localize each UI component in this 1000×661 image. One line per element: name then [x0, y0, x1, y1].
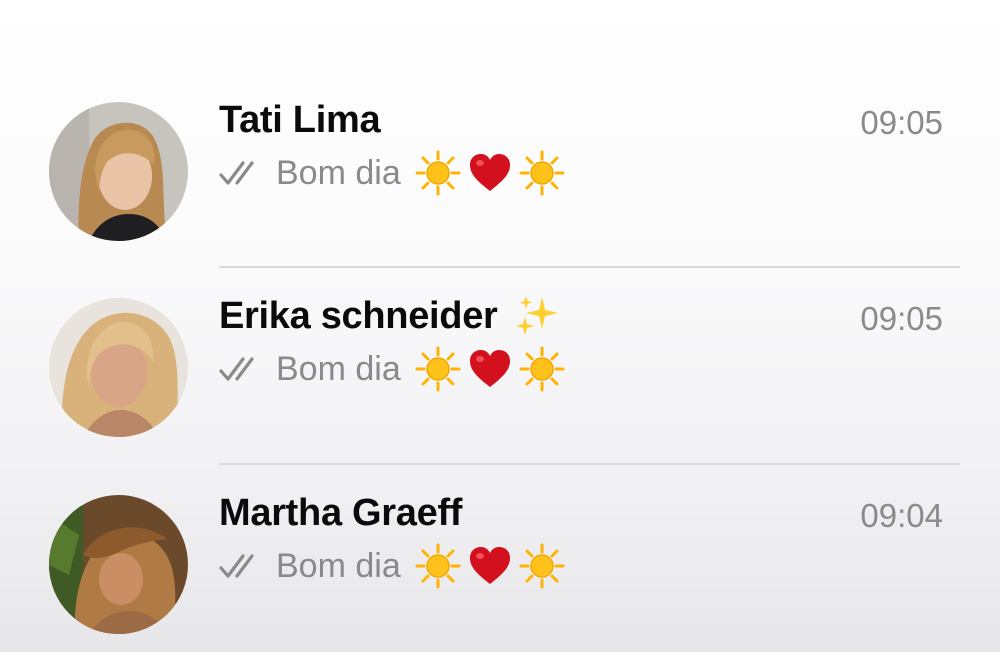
double-check-icon — [219, 354, 263, 384]
sun-emoji — [415, 543, 461, 589]
avatar[interactable] — [49, 298, 188, 437]
sun-emoji — [519, 543, 565, 589]
sun-emoji — [519, 150, 565, 196]
chat-row-tati-lima[interactable]: Tati Lima 09:05 Bom dia — [0, 72, 1000, 268]
heart-emoji — [467, 150, 513, 196]
message-preview: Bom dia — [219, 541, 571, 591]
contact-name: Tati Lima — [219, 98, 381, 142]
contact-name-text: Martha Graeff — [219, 491, 463, 534]
message-time: 09:05 — [860, 300, 943, 337]
message-time: 09:04 — [860, 497, 943, 534]
contact-name: Martha Graeff — [219, 491, 462, 535]
double-check-icon — [219, 158, 263, 188]
contact-name-text: Erika schneider — [219, 294, 498, 337]
heart-emoji — [467, 543, 513, 589]
sun-emoji — [415, 346, 461, 392]
avatar[interactable] — [49, 102, 188, 241]
contact-name-text: Tati Lima — [219, 98, 381, 141]
sparkles-emoji — [514, 293, 560, 339]
chat-row-martha-graeff[interactable]: Martha Graeff 09:04 Bom dia — [0, 465, 1000, 661]
preview-text: Bom dia — [276, 546, 401, 585]
double-check-icon — [219, 551, 263, 581]
chat-list: Tati Lima 09:05 Bom dia Erika schneider … — [0, 0, 1000, 652]
preview-text: Bom dia — [276, 349, 401, 388]
heart-emoji — [467, 346, 513, 392]
message-preview: Bom dia — [219, 148, 571, 198]
chat-row-erika-schneider[interactable]: Erika schneider 09:05 Bom dia — [0, 268, 1000, 464]
preview-text: Bom dia — [276, 153, 401, 192]
sun-emoji — [415, 150, 461, 196]
avatar[interactable] — [49, 495, 188, 634]
message-time: 09:05 — [860, 104, 943, 141]
contact-name: Erika schneider — [219, 294, 560, 338]
sun-emoji — [519, 346, 565, 392]
message-preview: Bom dia — [219, 344, 571, 394]
